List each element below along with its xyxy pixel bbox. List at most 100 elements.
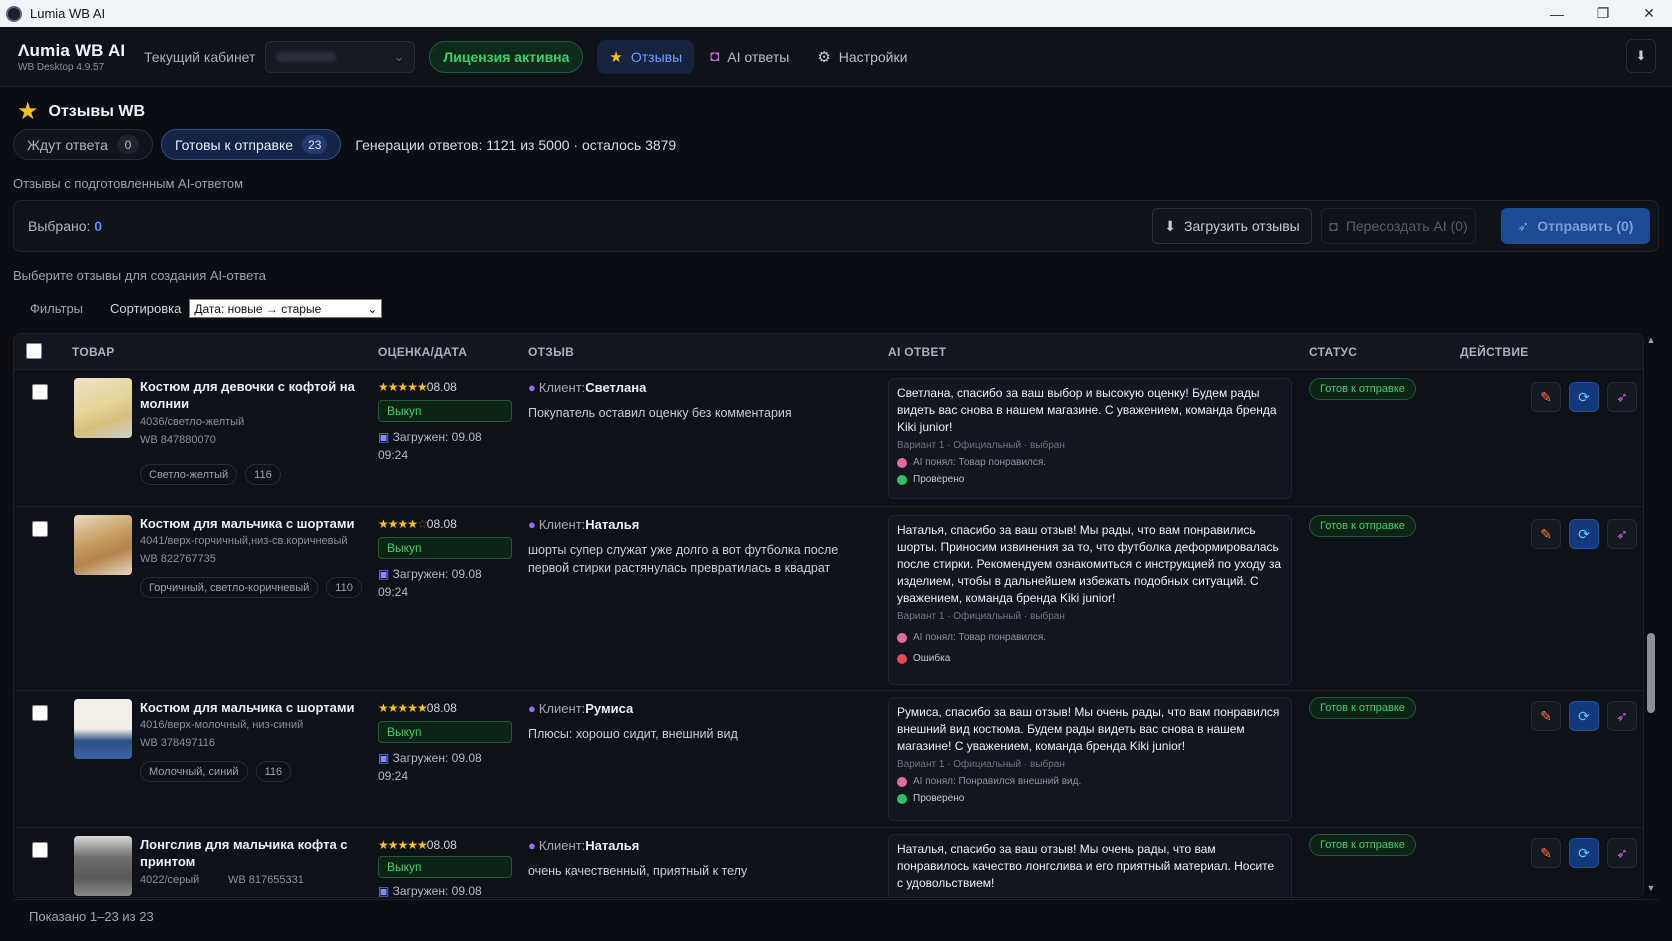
brand: Λumia WB AI WB Desktop 4.9.57	[18, 41, 141, 73]
pencil-icon: ✎	[1540, 388, 1552, 405]
scroll-down-icon[interactable]: ▼	[1645, 883, 1657, 893]
client: ● Клиент:Светлана	[528, 380, 646, 395]
rating: ★★★★★08.08	[378, 838, 457, 852]
ai-answer-box[interactable]: Румиса, спасибо за ваш отзыв! Мы очень р…	[888, 697, 1292, 821]
ai-understood-text: AI понял: Товар понравился.	[913, 632, 1047, 643]
buyout-badge: Выкуп	[378, 400, 512, 422]
app-header: Λumia WB AI WB Desktop 4.9.57 Текущий ка…	[0, 27, 1672, 87]
ai-answer-box[interactable]: Светлана, спасибо за ваш выбор и высокую…	[888, 378, 1292, 499]
rocket-icon: ➶	[1616, 844, 1628, 861]
regenerate-ai-button[interactable]: ◘ Пересоздать AI (0)	[1321, 208, 1476, 244]
select-all-checkbox[interactable]	[26, 343, 42, 359]
load-reviews-button[interactable]: ⬇ Загрузить отзывы	[1152, 208, 1312, 244]
rating-stars: ★★★★★	[378, 838, 428, 852]
ai-answer-text: Наталья, спасибо за ваш отзыв! Мы рады, …	[897, 523, 1282, 605]
send-row-button[interactable]: ➶	[1607, 519, 1637, 549]
refresh-icon: ⟳	[1578, 388, 1590, 405]
tab-ready[interactable]: Готовы к отправке 23	[160, 129, 342, 160]
edit-button[interactable]: ✎	[1531, 701, 1561, 731]
ai-understood: AI понял: Товар понравился.	[897, 457, 1283, 468]
review-date: 08.08	[426, 838, 457, 852]
color-tag: Светло-желтый	[140, 464, 238, 485]
send-row-button[interactable]: ➶	[1607, 701, 1637, 731]
ai-understood: AI понял: Понравился внешний вид.	[897, 776, 1283, 787]
brain-icon	[897, 457, 907, 468]
close-button[interactable]: ✕	[1626, 0, 1672, 27]
client-prefix: Клиент:	[538, 517, 586, 532]
review-text: шорты супер служат уже долго а вот футбо…	[528, 543, 839, 575]
chevron-down-icon: ⌄	[367, 301, 378, 316]
window-controls: — ❐ ✕	[1534, 0, 1672, 27]
review-date: 08.08	[426, 380, 457, 394]
scroll-up-icon[interactable]: ▲	[1645, 335, 1657, 345]
product-article: 4036/светло-желтый	[140, 416, 245, 428]
ai-variant-meta: Вариант 1 · Официальный · выбран	[897, 611, 1065, 622]
edit-button[interactable]: ✎	[1531, 519, 1561, 549]
row-actions: ✎ ⟳ ➶	[1531, 382, 1643, 412]
color-tag: Горчичный, светло-коричневый	[140, 577, 319, 598]
cabinet-value-redacted	[276, 51, 337, 62]
regenerate-button[interactable]: ⟳	[1569, 382, 1599, 412]
rocket-icon: ➶	[1517, 217, 1530, 234]
tab-awaiting[interactable]: Ждут ответа 0	[13, 129, 153, 160]
selection-bar: Выбрано: 0 ⬇ Загрузить отзывы ◘ Пересозд…	[13, 200, 1659, 252]
col-review: ОТЗЫВ	[528, 345, 575, 359]
loaded-info: ▣ Загружен: 09.08 09:24	[378, 749, 508, 785]
status-badge: Готов к отправке	[1309, 515, 1416, 537]
app-logo-icon	[6, 5, 22, 22]
ai-variant-meta: Вариант 1 · Официальный · выбран	[897, 759, 1065, 770]
calendar-icon: ▣	[378, 884, 393, 898]
send-row-button[interactable]: ➶	[1607, 382, 1637, 412]
rocket-icon: ➶	[1616, 388, 1628, 405]
product-image	[74, 515, 132, 575]
rocket-icon: ➶	[1616, 707, 1628, 724]
buyout-badge: Выкуп	[378, 537, 512, 559]
edit-button[interactable]: ✎	[1531, 382, 1561, 412]
table-scrollbar[interactable]: ▲ ▼	[1645, 333, 1657, 898]
row-checkbox[interactable]	[32, 705, 48, 721]
size-tag: 116	[245, 464, 281, 485]
sort-select[interactable]: Дата: новые → старые ⌄	[189, 299, 383, 318]
table-header: ТОВАР ОЦЕНКА/ДАТА ОТЗЫВ AI ОТВЕТ СТАТУС …	[14, 334, 1643, 370]
tab-settings[interactable]: ⚙ Настройки	[805, 40, 919, 74]
gear-icon: ⚙	[817, 48, 831, 66]
tab-ai-answers[interactable]: ◘ AI ответы	[698, 40, 801, 74]
send-row-button[interactable]: ➶	[1607, 838, 1637, 868]
status-dot-icon	[897, 474, 907, 485]
filters-toggle[interactable]: Фильтры	[30, 301, 83, 316]
ai-answer-box[interactable]: Наталья, спасибо за ваш отзыв! Мы очень …	[888, 834, 1292, 897]
table-row: Лонгслив для мальчика кофта с принтом 40…	[14, 828, 1643, 898]
row-checkbox[interactable]	[32, 384, 48, 400]
client-name: Наталья	[585, 838, 640, 853]
regenerate-button[interactable]: ⟳	[1569, 701, 1599, 731]
row-checkbox[interactable]	[32, 521, 48, 537]
rating-stars: ★★★★★	[378, 380, 428, 394]
download-button[interactable]: ⬇	[1626, 39, 1656, 73]
selected-counter: Выбрано: 0	[28, 218, 102, 234]
maximize-button[interactable]: ❐	[1580, 0, 1626, 27]
page-title: ★ Отзывы WB	[17, 97, 145, 126]
send-button[interactable]: ➶ Отправить (0)	[1501, 208, 1650, 244]
product-tags: Молочный, синий 116	[140, 761, 299, 782]
product-wb-id: WB 847880070	[140, 434, 216, 446]
tab-ready-label: Готовы к отправке	[174, 136, 294, 153]
product-wb-id: WB 817655331	[228, 874, 304, 886]
tab-reviews[interactable]: ★ Отзывы	[597, 39, 695, 74]
check-status-text: Проверено	[913, 474, 965, 485]
col-action: ДЕЙСТВИЕ	[1460, 345, 1529, 359]
minimize-button[interactable]: —	[1534, 0, 1580, 27]
download-icon: ⬇	[1164, 217, 1177, 234]
window-title: Lumia WB AI	[30, 6, 106, 21]
cabinet-select[interactable]: ⌄	[265, 40, 416, 73]
ai-answer-box[interactable]: Наталья, спасибо за ваш отзыв! Мы рады, …	[888, 515, 1292, 685]
client-prefix: Клиент:	[538, 380, 586, 395]
col-product: ТОВАР	[72, 345, 115, 359]
edit-button[interactable]: ✎	[1531, 838, 1561, 868]
regenerate-button[interactable]: ⟳	[1569, 519, 1599, 549]
robot-icon: ◘	[1329, 218, 1338, 234]
ai-understood-text: AI понял: Товар понравился.	[913, 457, 1047, 468]
scrollbar-thumb[interactable]	[1647, 633, 1655, 713]
row-checkbox[interactable]	[32, 842, 48, 858]
regenerate-button[interactable]: ⟳	[1569, 838, 1599, 868]
row-actions: ✎ ⟳ ➶	[1531, 701, 1643, 731]
